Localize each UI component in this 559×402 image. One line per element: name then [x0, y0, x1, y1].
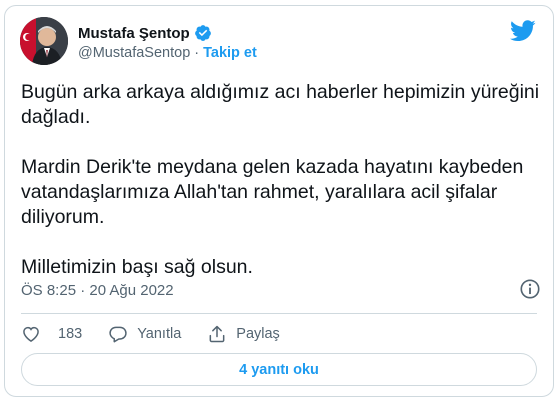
tweet-paragraph: Milletimizin başı sağ olsun.: [21, 256, 253, 278]
reply-bubble-icon: [109, 326, 127, 343]
heart-icon: [23, 326, 39, 342]
twitter-bird-icon[interactable]: [509, 20, 536, 42]
handle-row: @MustafaSentop · Takip et: [78, 45, 257, 61]
verified-badge-icon: [194, 24, 212, 42]
tweet-paragraph: Bugün arka arkaya aldığımız acı haberler…: [21, 81, 540, 128]
follow-button[interactable]: Takip et: [203, 45, 257, 61]
reply-button[interactable]: Yanıtla: [108, 324, 181, 344]
reply-label: Yanıtla: [137, 326, 182, 342]
share-button[interactable]: Paylaş: [207, 324, 280, 344]
like-button[interactable]: 183: [21, 324, 82, 344]
author-name[interactable]: Mustafa Şentop: [78, 25, 190, 42]
author-name-row: Mustafa Şentop: [78, 24, 212, 42]
share-icon: [209, 325, 225, 343]
info-icon[interactable]: [519, 278, 541, 300]
tweet-timestamp[interactable]: ÖS 8:25 · 20 Ağu 2022: [21, 282, 174, 299]
tweet-card: Mustafa Şentop @MustafaSentop · Takip et B…: [4, 5, 554, 397]
separator-dot: ·: [194, 45, 200, 61]
like-count: 183: [58, 326, 83, 342]
divider: [21, 313, 537, 314]
tweet-header: Mustafa Şentop @MustafaSentop · Takip et: [20, 17, 538, 67]
author-handle[interactable]: @MustafaSentop: [78, 45, 190, 61]
read-replies-button[interactable]: 4 yanıtı oku: [21, 353, 537, 386]
share-label: Paylaş: [236, 326, 280, 342]
tweet-paragraph: Mardin Derik'te meydana gelen kazada hay…: [21, 156, 524, 228]
tweet-actions: 183 Yanıtla Paylaş: [21, 320, 306, 348]
tweet-text: Bugün arka arkaya aldığımız acı haberler…: [21, 80, 541, 305]
avatar[interactable]: [20, 17, 68, 65]
